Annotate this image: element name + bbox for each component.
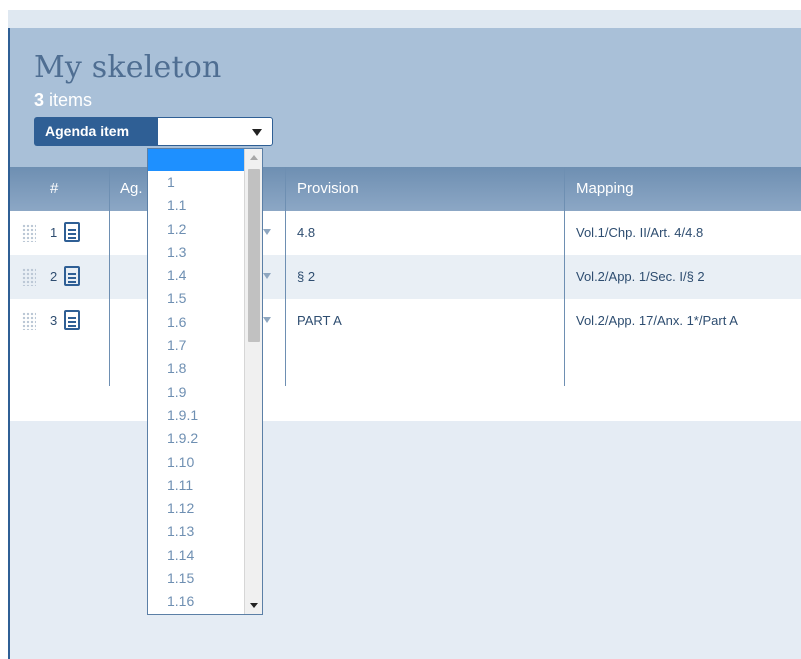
dropdown-option[interactable]: 1.15 — [148, 567, 244, 590]
column-header-mapping[interactable]: Mapping — [576, 167, 634, 211]
dropdown-option[interactable]: 1.3 — [148, 241, 244, 264]
dropdown-option[interactable]: 1.7 — [148, 334, 244, 357]
top-band — [8, 10, 801, 28]
dropdown-option[interactable] — [148, 149, 244, 171]
row-number: 3 — [50, 313, 58, 328]
page-title: My skeleton — [34, 50, 222, 85]
provision-cell: PART A — [297, 313, 342, 328]
dropdown-option[interactable]: 1.11 — [148, 474, 244, 497]
agenda-filter-label: Agenda item — [34, 117, 158, 146]
dropdown-option[interactable]: 1.5 — [148, 287, 244, 310]
dropdown-option[interactable]: 1.6 — [148, 311, 244, 334]
table-row[interactable]: 3 PART A Vol.2/App. 17/Anx. 1*/Part A — [10, 299, 801, 343]
item-count-label: items — [49, 90, 93, 110]
dropdown-options: 1 1.1 1.2 1.3 1.4 1.5 1.6 1.7 1.8 1.9 1.… — [148, 149, 244, 614]
column-divider — [285, 167, 286, 386]
dropdown-option[interactable]: 1.1 — [148, 194, 244, 217]
caret-down-icon[interactable] — [252, 129, 262, 136]
drag-handle-icon[interactable] — [22, 312, 36, 330]
mapping-cell: Vol.2/App. 17/Anx. 1*/Part A — [576, 313, 738, 328]
document-icon[interactable] — [64, 266, 80, 286]
scroll-up-icon[interactable] — [250, 155, 258, 160]
window-top-strip — [0, 0, 801, 10]
document-icon[interactable] — [64, 310, 80, 330]
column-header-provision[interactable]: Provision — [297, 167, 359, 211]
column-header-number[interactable]: # — [50, 167, 58, 211]
document-icon[interactable] — [64, 222, 80, 242]
dropdown-option[interactable]: 1.8 — [148, 357, 244, 380]
mapping-cell: Vol.1/Chp. II/Art. 4/4.8 — [576, 225, 704, 240]
dropdown-option[interactable]: 1.10 — [148, 451, 244, 474]
table-header: # Ag. Provision Mapping — [10, 167, 801, 211]
drag-handle-icon[interactable] — [22, 224, 36, 242]
dropdown-option[interactable]: 1.9.2 — [148, 427, 244, 450]
agenda-cell-dropdown-icon[interactable] — [263, 317, 271, 323]
column-divider — [109, 167, 110, 386]
dropdown-option[interactable]: 1.9.1 — [148, 404, 244, 427]
dropdown-option[interactable]: 1.4 — [148, 264, 244, 287]
provision-cell: 4.8 — [297, 225, 316, 240]
agenda-cell-dropdown-icon[interactable] — [263, 229, 271, 235]
row-number: 1 — [50, 225, 58, 240]
dropdown-option[interactable]: 1.13 — [148, 520, 244, 543]
dropdown-option[interactable]: 1.12 — [148, 497, 244, 520]
agenda-item-dropdown-list[interactable]: 1 1.1 1.2 1.3 1.4 1.5 1.6 1.7 1.8 1.9 1.… — [147, 148, 263, 615]
table-row[interactable]: 2 § 2 Vol.2/App. 1/Sec. I/§ 2 — [10, 255, 801, 299]
scrollbar-thumb[interactable] — [248, 169, 260, 342]
skeleton-header: My skeleton 3 items Agenda item — [10, 28, 801, 167]
dropdown-option[interactable]: 1.16 — [148, 590, 244, 613]
agenda-item-select[interactable] — [157, 117, 273, 146]
item-count-number: 3 — [34, 90, 45, 110]
provision-cell: § 2 — [297, 269, 316, 284]
dropdown-option[interactable]: 1.9 — [148, 381, 244, 404]
scroll-down-icon[interactable] — [250, 603, 258, 608]
dropdown-option[interactable]: 1.2 — [148, 218, 244, 241]
column-header-agenda[interactable]: Ag. — [120, 167, 143, 211]
skeleton-table-body: 1 4.8 Vol.1/Chp. II/Art. 4/4.8 2 § 2 Vol… — [10, 211, 801, 421]
agenda-cell-dropdown-icon[interactable] — [263, 273, 271, 279]
mapping-cell: Vol.2/App. 1/Sec. I/§ 2 — [576, 269, 705, 284]
dropdown-option[interactable]: 1 — [148, 171, 244, 194]
row-number: 2 — [50, 269, 58, 284]
drag-handle-icon[interactable] — [22, 268, 36, 286]
column-divider — [564, 167, 565, 386]
item-count: 3 items — [34, 90, 92, 111]
dropdown-option[interactable]: 1.14 — [148, 544, 244, 567]
dropdown-scrollbar[interactable] — [244, 149, 262, 614]
table-row[interactable]: 1 4.8 Vol.1/Chp. II/Art. 4/4.8 — [10, 211, 801, 255]
